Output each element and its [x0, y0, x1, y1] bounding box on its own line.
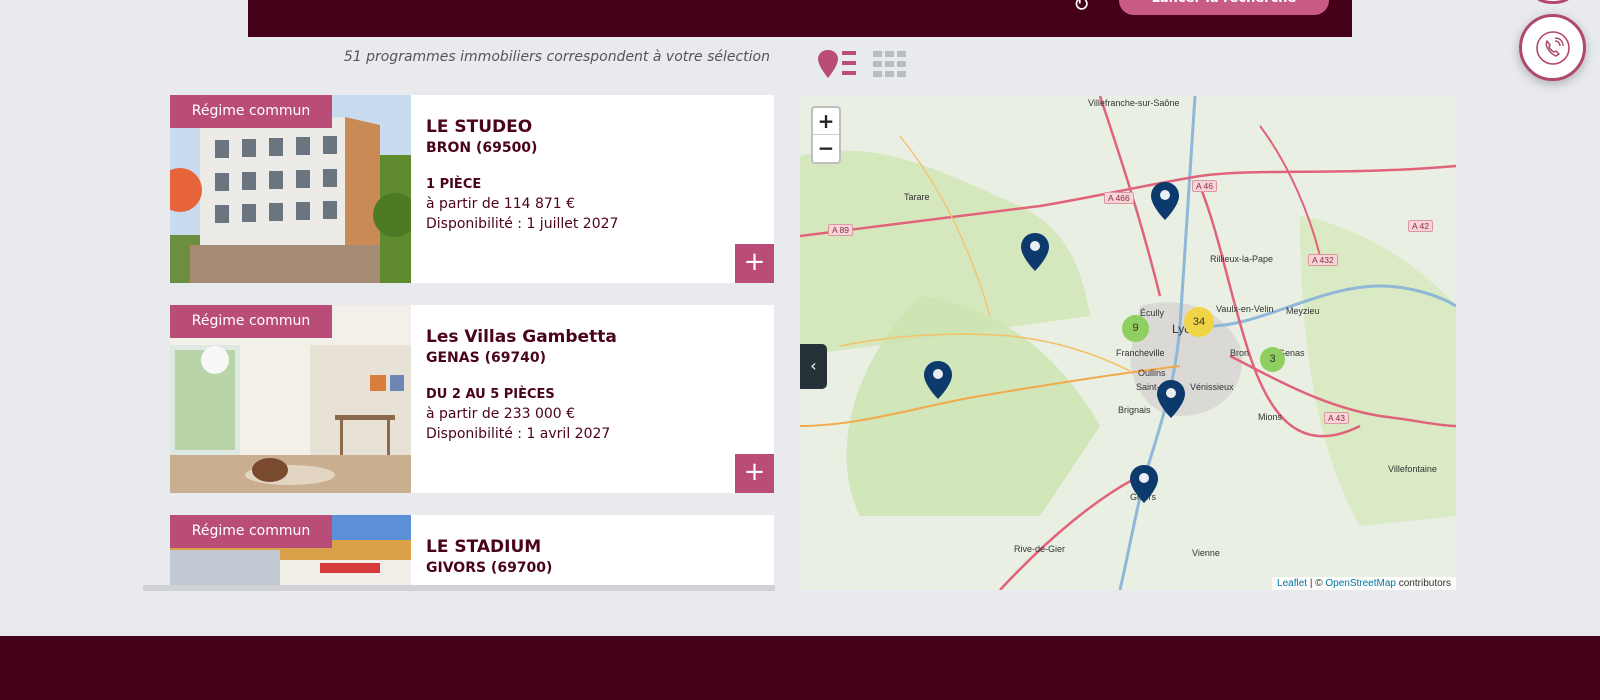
map-cluster-marker[interactable]: 34 — [1184, 307, 1214, 337]
road-label: A 466 — [1104, 192, 1134, 204]
map-place-label: Rive-de-Gier — [1014, 544, 1066, 554]
leaflet-link[interactable]: Leaflet — [1277, 578, 1307, 589]
listing-name[interactable]: LE STADIUM — [426, 537, 541, 557]
map-place-label: Écully — [1140, 308, 1165, 318]
phone-icon — [1535, 30, 1570, 65]
listing-rooms: DU 2 AU 5 PIÈCES — [426, 387, 555, 402]
listing-card[interactable]: Régime commun Les Villas Gambetta GENAS … — [170, 305, 774, 493]
listing-panel[interactable]: Régime commun LE STUDEO BRON (69500) 1 P… — [143, 95, 775, 591]
collapse-list-button[interactable]: ‹ — [800, 344, 827, 389]
listing-name[interactable]: Les Villas Gambetta — [426, 327, 617, 347]
listing-city: GENAS (69740) — [426, 350, 547, 366]
listing-name[interactable]: LE STUDEO — [426, 117, 532, 137]
listing-city: BRON (69500) — [426, 140, 538, 156]
map-cluster-marker[interactable]: 3 — [1260, 347, 1285, 372]
zoom-control: + − — [811, 106, 841, 164]
more-details-button[interactable]: + — [735, 454, 774, 493]
listing-price: à partir de 233 000 € — [426, 406, 576, 422]
header-bar: ↻ Lancer la recherche — [248, 0, 1352, 37]
road-label: A 42 — [1408, 220, 1434, 232]
map-place-label: Vienne — [1192, 548, 1220, 558]
listing-rooms: 1 PIÈCE — [426, 177, 482, 192]
listing-availability: Disponibilité : 1 avril 2027 — [426, 426, 611, 442]
map-place-label: Brignais — [1118, 405, 1151, 415]
call-button[interactable] — [1519, 14, 1586, 81]
zoom-out-button[interactable]: − — [813, 135, 839, 162]
footer — [0, 636, 1600, 700]
map-place-label: Tarare — [904, 192, 930, 202]
osm-link[interactable]: OpenStreetMap — [1325, 578, 1396, 589]
map-list-icon — [818, 50, 856, 78]
refresh-icon[interactable]: ↻ — [1073, 0, 1090, 16]
attribution-separator: | © — [1307, 578, 1326, 589]
map-place-label: Villefontaine — [1388, 464, 1437, 474]
attribution-contributors: contributors — [1395, 578, 1451, 589]
road-label: A 43 — [1324, 412, 1350, 424]
map-place-label: Oullins — [1138, 368, 1166, 378]
road-label: A 432 — [1308, 254, 1338, 266]
map-place-label: Mions — [1258, 412, 1283, 422]
map-place-label: Villefranche-sur-Saône — [1088, 98, 1180, 108]
grid-icon — [873, 51, 906, 77]
listing-price: à partir de 114 871 € — [426, 196, 576, 212]
map-place-label: Vaulx-en-Velin — [1216, 304, 1274, 314]
map-place-label: Meyzieu — [1286, 306, 1320, 316]
map-place-label: Vénissieux — [1190, 382, 1234, 392]
listing-availability: Disponibilité : 1 juillet 2027 — [426, 216, 619, 232]
map-place-label: Givors — [1130, 492, 1157, 502]
road-label: A 89 — [828, 224, 854, 236]
map-view-toggle[interactable] — [818, 50, 858, 80]
map-panel[interactable]: Villefranche-sur-Saône Tarare Rillieux-l… — [800, 96, 1456, 590]
listing-city: GIVORS (69700) — [426, 560, 553, 576]
map-place-label: Saint- — [1136, 382, 1160, 392]
map-place-label: Bron — [1230, 348, 1250, 358]
listing-card[interactable]: Régime commun LE STADIUM GIVORS (69700) — [170, 515, 774, 591]
map-place-label: Francheville — [1116, 348, 1165, 358]
zoom-in-button[interactable]: + — [813, 108, 839, 135]
listing-card[interactable]: Régime commun LE STUDEO BRON (69500) 1 P… — [170, 95, 774, 283]
regime-badge: Régime commun — [170, 95, 332, 128]
map-tiles — [800, 96, 1456, 590]
floating-button-partial[interactable] — [1534, 0, 1572, 4]
map-attribution: Leaflet | © OpenStreetMap contributors — [1272, 577, 1456, 590]
map-cluster-marker[interactable]: 9 — [1122, 315, 1149, 342]
map-place-label: Rillieux-la-Pape — [1210, 254, 1274, 264]
regime-badge: Régime commun — [170, 515, 332, 548]
road-label: A 46 — [1192, 180, 1218, 192]
regime-badge: Régime commun — [170, 305, 332, 338]
results-count: 51 programmes immobiliers correspondent … — [343, 49, 770, 65]
more-details-button[interactable]: + — [735, 244, 774, 283]
search-button[interactable]: Lancer la recherche — [1119, 0, 1329, 15]
grid-view-toggle[interactable] — [873, 51, 907, 79]
